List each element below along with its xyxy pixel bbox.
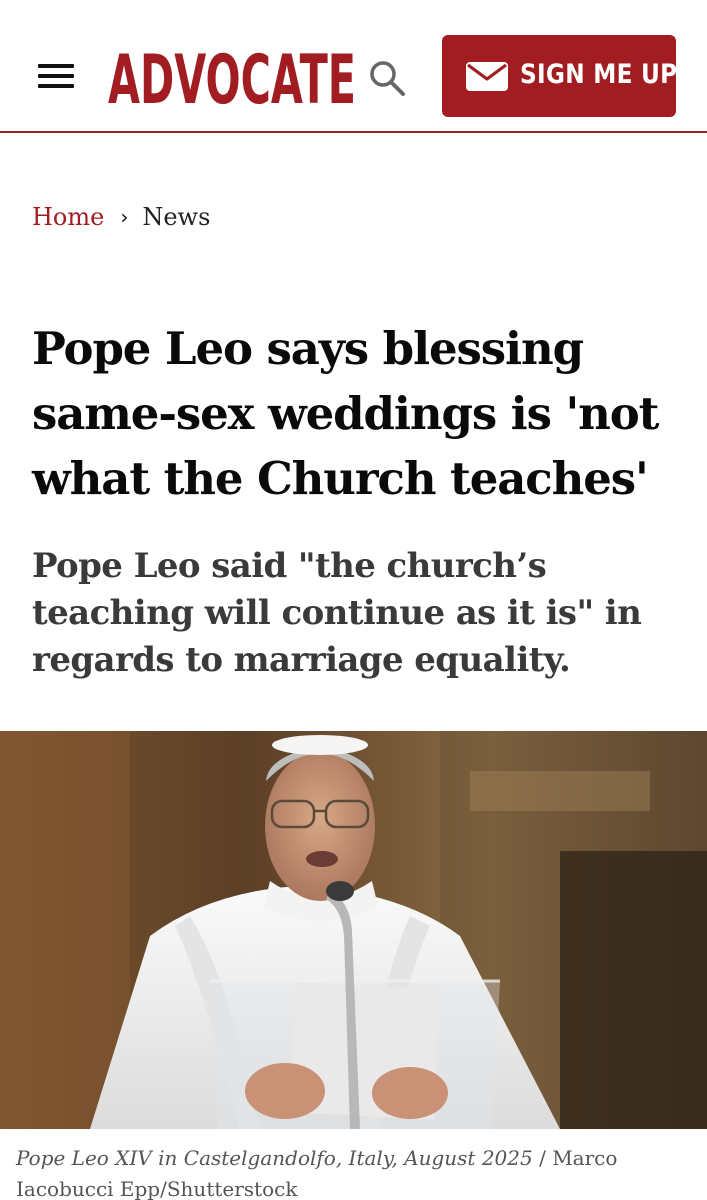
advocate-logo[interactable]: ADVOCATE	[108, 38, 358, 108]
caption-separator: /	[539, 1146, 546, 1170]
menu-icon-bar	[38, 74, 74, 78]
svg-text:ADVOCATE: ADVOCATE	[108, 41, 356, 108]
article-dek: Pope Leo said "the church’s teaching wil…	[32, 546, 642, 680]
search-icon[interactable]	[367, 58, 407, 98]
photo-caption: Pope Leo XIV in Castelgandolfo, Italy, A…	[16, 1143, 696, 1200]
site-header: ADVOCATE SIGN ME UP	[0, 0, 707, 133]
envelope-icon	[466, 62, 508, 91]
breadcrumb-news-link[interactable]: News	[142, 203, 210, 231]
menu-icon-bar	[38, 84, 74, 88]
sign-me-up-button[interactable]: SIGN ME UP	[442, 35, 678, 117]
chevron-right-icon: ›	[120, 205, 129, 229]
caption-description: Pope Leo XIV in Castelgandolfo, Italy, A…	[16, 1146, 533, 1170]
article-headline: Pope Leo says blessing same-sex weddings…	[32, 322, 659, 505]
menu-icon[interactable]	[38, 64, 74, 88]
article-hero-photo	[0, 731, 707, 1129]
breadcrumb-home-link[interactable]: Home	[32, 203, 104, 231]
pope-photo-illustration	[0, 731, 707, 1129]
breadcrumb: Home › News	[32, 200, 210, 234]
menu-icon-bar	[38, 64, 74, 68]
sign-me-up-label: SIGN ME UP	[520, 59, 678, 90]
